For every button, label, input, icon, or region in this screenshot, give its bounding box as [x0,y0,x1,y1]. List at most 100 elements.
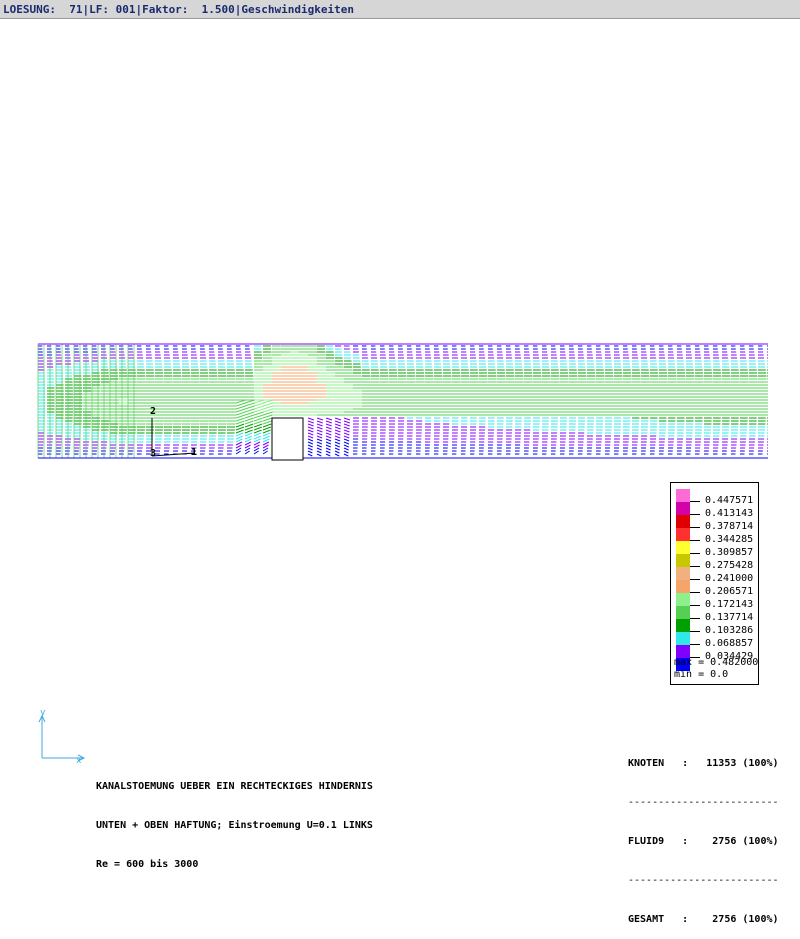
velocity-vector [253,420,263,425]
velocity-field [37,343,768,459]
velocity-vector [253,429,262,434]
velocity-vector [343,444,349,448]
velocity-vector [253,411,264,416]
velocity-vector [262,414,273,419]
velocity-vector [262,420,272,425]
velocity-vector [325,426,332,430]
velocity-vector [235,402,246,407]
velocity-vector [316,441,323,445]
velocity-vector [325,441,332,445]
velocity-vector [307,426,314,430]
legend-swatch [676,502,690,515]
velocity-vector [316,420,323,424]
legend-row: 0.137714 [676,606,756,623]
velocity-vector [253,438,261,443]
velocity-vector [244,420,254,425]
velocity-vector [235,438,243,443]
velocity-vector [253,408,264,413]
velocity-vector [334,426,341,430]
velocity-vector [307,441,314,445]
velocity-vector [262,408,274,413]
velocity-vector [325,432,332,436]
model-caption: KANALSTOEMUNG UEBER EIN RECHTECKIGES HIN… [96,754,373,884]
velocity-vector [325,429,332,433]
legend-swatch [676,606,690,619]
axis-label-1: 1 [191,447,198,458]
velocity-vector [244,426,254,431]
velocity-vector [316,444,322,448]
velocity-vector [343,453,349,457]
velocity-vector [307,432,314,436]
velocity-vector [244,444,251,449]
velocity-vector [244,408,255,413]
velocity-vector [343,435,350,439]
stat-separator: ------------------------- [628,797,779,808]
velocity-vector [307,447,313,451]
velocity-vector [262,402,274,407]
velocity-vector [244,411,255,416]
velocity-vector [316,435,323,439]
velocity-vector [262,429,271,434]
velocity-vector [253,435,262,440]
velocity-vector [307,429,314,433]
legend-row: 0.378714 [676,515,756,532]
velocity-vector [235,417,245,422]
velocity-vector [253,405,265,410]
obstacle [271,417,304,461]
velocity-vector [343,432,350,436]
velocity-vector [262,417,272,422]
legend-row: 0.344285 [676,528,756,545]
velocity-vector [262,444,269,449]
velocity-vector [334,438,341,442]
velocity-vector [244,429,253,434]
velocity-vector [316,450,322,454]
velocity-vector [235,408,246,413]
legend-swatch [676,528,690,541]
legend-row: 0.103286 [676,619,756,636]
legend-swatch [676,632,690,645]
legend-row: 0.275428 [676,554,756,571]
velocity-vector [235,411,246,416]
velocity-vector [235,426,245,431]
legend-row: 0.068857 [676,632,756,649]
velocity-vector [235,432,244,437]
velocity-vector [244,402,255,407]
velocity-vector [262,450,268,455]
velocity-vector [253,441,261,446]
velocity-vector [253,432,262,437]
velocity-vector [316,426,323,430]
velocity-vector [325,423,332,427]
velocity-vector [244,423,254,428]
velocity-vector [343,438,350,442]
velocity-vector [253,444,260,449]
velocity-vector [325,438,332,442]
velocity-vector [253,423,263,428]
velocity-vector [334,453,340,457]
velocity-vector [235,414,246,419]
velocity-vector [307,423,314,427]
velocity-vector [307,450,313,454]
velocity-vector [325,450,331,454]
velocity-vector [253,450,259,455]
axis-label-2: 2 [150,406,157,417]
velocity-vector [334,429,341,433]
legend-row: 0.413143 [676,502,756,519]
velocity-vector [244,438,252,443]
velocity-vector [343,429,350,433]
stat-knoten: KNOTEN : 11353 (100%) [628,758,779,769]
velocity-vector [262,423,272,428]
velocity-vector [343,420,351,424]
velocity-vector [334,417,342,421]
velocity-vector [235,435,244,440]
velocity-vector [307,438,314,442]
velocity-vector [325,417,333,421]
velocity-vector [343,426,350,430]
velocity-vector [343,447,349,451]
stat-gesamt: GESAMT : 2756 (100%) [628,914,779,925]
velocity-vector [244,450,250,455]
velocity-vector [307,453,313,457]
svg-text:x: x [76,756,82,766]
velocity-vector [334,441,341,445]
velocity-vector [235,420,245,425]
legend-row: 0.241000 [676,567,756,584]
